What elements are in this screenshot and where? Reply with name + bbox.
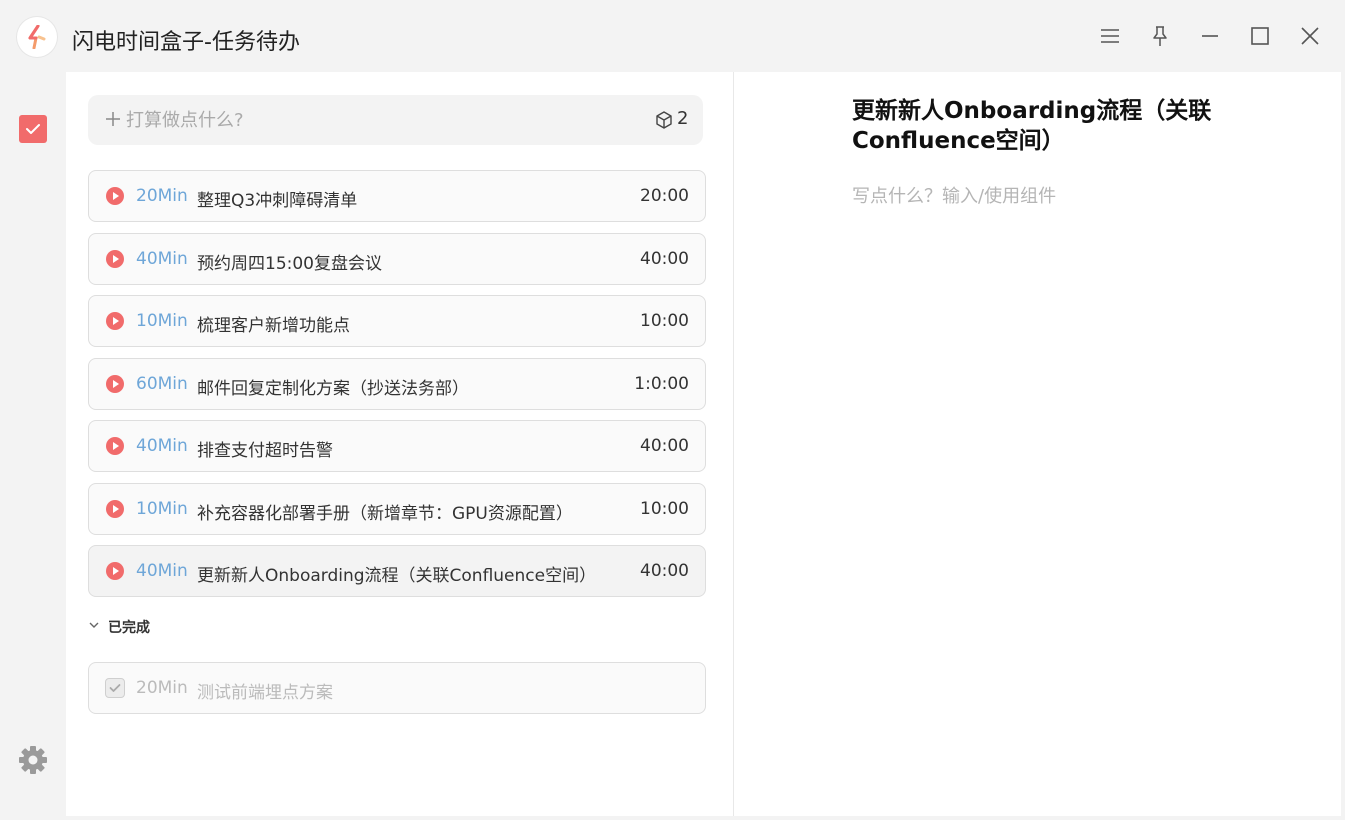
maximize-icon bbox=[1251, 27, 1269, 45]
gear-icon bbox=[19, 746, 47, 774]
task-row[interactable]: 40Min 排查支付超时告警 40:00 bbox=[88, 420, 706, 472]
task-name: 预约周四15:00复盘会议 bbox=[197, 253, 382, 274]
maximize-button[interactable] bbox=[1248, 24, 1272, 48]
task-minutes: 40Min bbox=[136, 436, 188, 456]
add-task-count: 2 bbox=[677, 108, 689, 129]
chevron-down-icon bbox=[89, 622, 99, 628]
menu-icon bbox=[1101, 29, 1119, 43]
task-row[interactable]: 10Min 补充容器化部署手册（新增章节：GPU资源配置） 10:00 bbox=[88, 482, 706, 535]
close-button[interactable] bbox=[1298, 24, 1322, 48]
close-icon bbox=[1301, 27, 1319, 45]
lightning-icon bbox=[28, 25, 46, 49]
completed-label: 已完成 bbox=[108, 620, 150, 636]
completed-checkbox[interactable] bbox=[105, 678, 125, 698]
completed-task-minutes: 20Min bbox=[136, 678, 188, 698]
play-icon[interactable] bbox=[105, 311, 125, 331]
detail-title[interactable]: 更新新人Onboarding流程（关联Confluence空间） bbox=[852, 96, 1252, 156]
detail-editor[interactable]: 写点什么？输入/使用组件 bbox=[852, 182, 1056, 208]
minimize-icon bbox=[1202, 35, 1218, 37]
title-bar: 闪电时间盒子-任务待办 bbox=[0, 0, 1345, 72]
task-name: 排查支付超时告警 bbox=[197, 441, 333, 461]
task-row[interactable]: 10Min 梳理客户新增功能点 10:00 bbox=[88, 295, 706, 347]
task-timer: 40:00 bbox=[640, 248, 689, 269]
task-row[interactable]: 40Min 预约周四15:00复盘会议 40:00 bbox=[88, 232, 706, 285]
play-icon[interactable] bbox=[105, 561, 125, 581]
play-icon[interactable] bbox=[105, 186, 125, 206]
task-minutes: 10Min bbox=[136, 311, 188, 331]
settings-button[interactable] bbox=[17, 744, 49, 776]
task-row[interactable]: 60Min 邮件回复定制化方案（抄送法务部） 1:0:00 bbox=[88, 357, 706, 410]
play-icon[interactable] bbox=[105, 499, 125, 519]
todo-check-icon bbox=[26, 124, 40, 134]
task-timer: 10:00 bbox=[640, 311, 689, 331]
pin-button[interactable] bbox=[1148, 24, 1172, 48]
add-task-bar[interactable]: 2 bbox=[88, 95, 703, 145]
task-list-panel: 2 20Min 整理Q3冲刺障碍清单 20:00 40Min 预约周四15:00复盘会议… bbox=[66, 72, 733, 816]
task-timer: 1:0:00 bbox=[634, 373, 689, 394]
window-title: 闪电时间盒子-任务待办 bbox=[72, 30, 300, 55]
task-minutes: 20Min bbox=[136, 186, 188, 206]
task-name: 邮件回复定制化方案（抄送法务部） bbox=[197, 378, 469, 399]
task-name: 补充容器化部署手册（新增章节：GPU资源配置） bbox=[197, 503, 573, 524]
task-timer: 40:00 bbox=[640, 436, 689, 456]
task-detail-panel: 更新新人Onboarding流程（关联Confluence空间） 写点什么？输入… bbox=[734, 72, 1341, 816]
check-icon bbox=[109, 684, 121, 692]
task-minutes: 60Min bbox=[136, 373, 188, 394]
task-minutes: 40Min bbox=[136, 248, 188, 269]
task-name: 更新新人Onboarding流程（关联Confluence空间） bbox=[197, 566, 597, 586]
task-timer: 20:00 bbox=[640, 186, 689, 206]
task-minutes: 10Min bbox=[136, 498, 188, 519]
task-name: 梳理客户新增功能点 bbox=[197, 316, 350, 336]
menu-button[interactable] bbox=[1098, 24, 1122, 48]
play-icon[interactable] bbox=[105, 249, 125, 269]
app-logo bbox=[17, 17, 57, 57]
sidebar bbox=[0, 72, 66, 820]
sidebar-item-todo[interactable] bbox=[19, 115, 47, 143]
completed-task-name: 测试前端埋点方案 bbox=[197, 683, 333, 703]
add-task-input[interactable] bbox=[126, 108, 566, 132]
minimize-button[interactable] bbox=[1198, 24, 1222, 48]
pin-icon bbox=[1153, 26, 1167, 46]
task-row[interactable]: 20Min 整理Q3冲刺障碍清单 20:00 bbox=[88, 170, 706, 222]
task-timer: 40:00 bbox=[640, 561, 689, 581]
completed-section-toggle[interactable]: 已完成 bbox=[88, 617, 288, 637]
task-timer: 10:00 bbox=[640, 498, 689, 519]
task-row[interactable]: 40Min 更新新人Onboarding流程（关联Confluence空间） 40:… bbox=[88, 545, 706, 597]
play-icon[interactable] bbox=[105, 374, 125, 394]
play-icon[interactable] bbox=[105, 436, 125, 456]
completed-task-row[interactable]: 20Min 测试前端埋点方案 bbox=[88, 662, 706, 714]
cube-icon bbox=[656, 111, 672, 129]
task-name: 整理Q3冲刺障碍清单 bbox=[197, 191, 358, 211]
task-minutes: 40Min bbox=[136, 561, 188, 581]
plus-icon bbox=[106, 112, 120, 126]
